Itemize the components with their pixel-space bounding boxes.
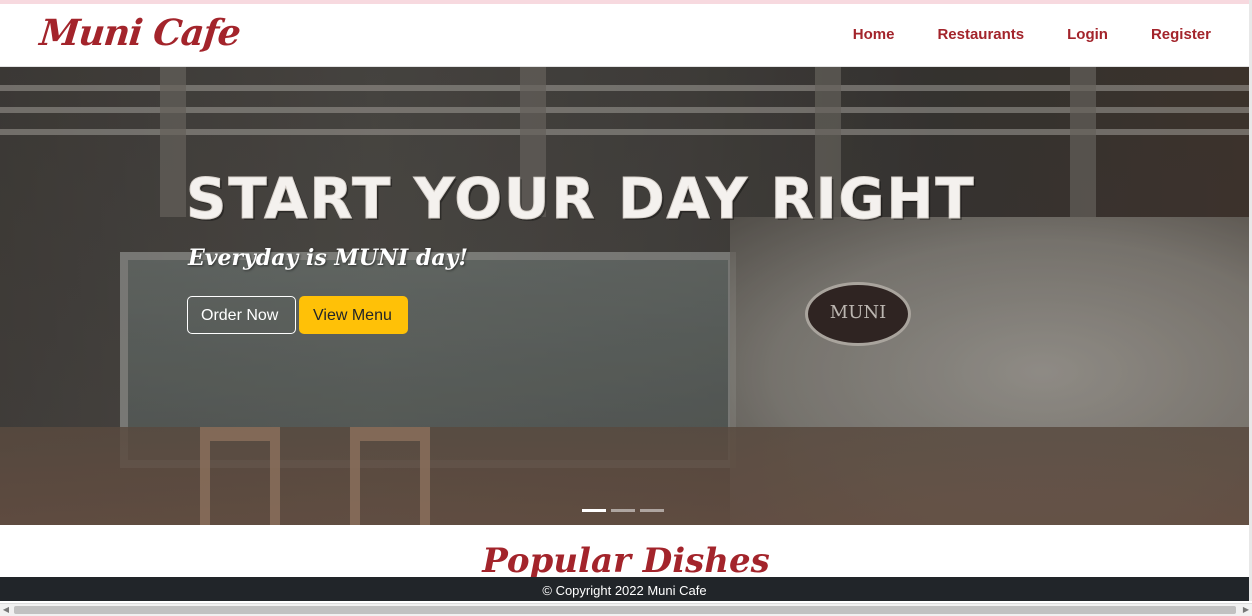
footer: © Copyright 2022 Muni Cafe xyxy=(0,577,1249,601)
carousel-indicator-2[interactable] xyxy=(611,509,635,512)
nav-link-restaurants[interactable]: Restaurants xyxy=(937,26,1024,43)
horizontal-scrollbar-thumb[interactable] xyxy=(14,606,1236,614)
navbar: Muni Cafe Home Restaurants Login Registe… xyxy=(0,4,1252,67)
brand-logo[interactable]: Muni Cafe xyxy=(38,12,242,54)
hero-carousel: MUNI START YOUR DAY RIGHT Everyday is MU… xyxy=(0,67,1249,525)
carousel-indicators xyxy=(582,509,664,512)
nav-link-login[interactable]: Login xyxy=(1067,26,1108,43)
popular-dishes-title: Popular Dishes xyxy=(482,541,770,578)
view-menu-button[interactable]: View Menu xyxy=(299,296,408,334)
nav-links: Home Restaurants Login Register xyxy=(810,26,1211,43)
order-now-button[interactable]: Order Now xyxy=(187,296,296,334)
chevron-left-icon[interactable]: ◀ xyxy=(0,604,12,616)
nav-link-register[interactable]: Register xyxy=(1151,26,1211,43)
hero-subtitle: Everyday is MUNI day! xyxy=(188,245,469,271)
hero-overlay xyxy=(0,67,1249,525)
carousel-indicator-1[interactable] xyxy=(582,509,606,512)
footer-copyright: © Copyright 2022 Muni Cafe xyxy=(542,583,707,598)
horizontal-scrollbar[interactable]: ◀ ▶ xyxy=(0,603,1252,616)
chevron-right-icon[interactable]: ▶ xyxy=(1240,604,1252,616)
hero-title: START YOUR DAY RIGHT xyxy=(186,167,976,233)
nav-link-home[interactable]: Home xyxy=(853,26,895,43)
carousel-indicator-3[interactable] xyxy=(640,509,664,512)
